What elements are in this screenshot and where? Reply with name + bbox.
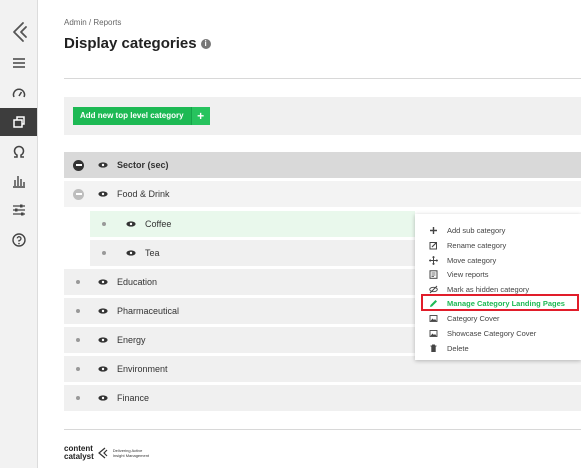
menu-label: Category Cover (447, 313, 500, 323)
bullet-icon (76, 396, 80, 400)
image-icon (429, 314, 438, 323)
bullet-icon (76, 280, 80, 284)
bullet-icon (102, 222, 106, 226)
eye-slash-icon (429, 285, 438, 294)
visibility-eye-icon[interactable] (126, 250, 136, 256)
page-title-wrap: Display categories i (64, 35, 211, 52)
collapse-icon[interactable] (73, 188, 84, 200)
menu-item-rename-category[interactable]: Rename category (429, 239, 506, 251)
collapse-icon[interactable] (73, 159, 84, 171)
add-top-level-category-button[interactable]: Add new top level category + (73, 107, 210, 125)
plus-icon: + (190, 107, 210, 125)
edit-square-icon (429, 241, 438, 250)
tree-row-root[interactable]: Sector (sec) (64, 152, 581, 178)
omega-icon[interactable] (0, 138, 37, 166)
breadcrumb[interactable]: Admin / Reports (64, 18, 121, 27)
footer-divider (64, 429, 581, 430)
tree-row-food[interactable]: Food & Drink (64, 181, 581, 207)
dashboard-gauge-icon[interactable] (0, 80, 37, 108)
divider (64, 78, 581, 79)
context-menu: Add sub category Rename category Move ca… (415, 214, 581, 360)
menu-label: Move category (447, 255, 497, 265)
category-label: Finance (117, 393, 150, 403)
bullet-icon (76, 367, 80, 371)
menu-label: Rename category (447, 240, 507, 250)
app-logo-icon[interactable] (9, 20, 29, 44)
category-label: Environment (117, 364, 168, 374)
visibility-eye-icon[interactable] (98, 337, 108, 343)
menu-icon[interactable] (0, 49, 37, 77)
sidebar (0, 0, 38, 468)
menu-label: Add sub category (447, 225, 506, 235)
visibility-eye-icon[interactable] (98, 162, 108, 168)
category-label: Pharmaceutical (117, 306, 180, 316)
category-label: Energy (117, 335, 146, 345)
category-label: Coffee (145, 219, 172, 229)
menu-label: Showcase Category Cover (447, 328, 537, 338)
sliders-icon[interactable] (0, 196, 37, 224)
content-catalyst-logo: content catalyst Delivering Active Insig… (64, 445, 149, 461)
category-label: Sector (sec) (117, 160, 169, 170)
menu-label: Mark as hidden category (447, 284, 530, 294)
menu-item-move-category[interactable]: Move category (429, 254, 496, 266)
report-icon (429, 269, 438, 279)
menu-item-category-cover[interactable]: Category Cover (429, 312, 500, 324)
menu-item-add-sub-category[interactable]: Add sub category (429, 224, 505, 236)
bullet-icon (76, 338, 80, 342)
tree-row-coffee[interactable]: Coffee (90, 211, 415, 237)
trash-icon (429, 344, 438, 353)
visibility-eye-icon[interactable] (98, 279, 108, 285)
menu-label: View reports (447, 269, 489, 279)
bullet-icon (102, 251, 106, 255)
menu-item-showcase-cover[interactable]: Showcase Category Cover (429, 327, 536, 339)
visibility-eye-icon[interactable] (98, 395, 108, 401)
info-icon[interactable]: i (200, 38, 211, 49)
page-title: Display categories (64, 35, 197, 52)
move-arrows-icon (429, 255, 438, 265)
toolbar: Add new top level category + (64, 97, 581, 135)
visibility-eye-icon[interactable] (98, 366, 108, 372)
visibility-eye-icon[interactable] (126, 221, 136, 227)
bullet-icon (76, 309, 80, 313)
menu-item-view-reports[interactable]: View reports (429, 268, 489, 280)
image-icon (429, 329, 438, 338)
visibility-eye-icon[interactable] (98, 308, 108, 314)
logo-text-line2: catalyst (64, 452, 94, 461)
categories-icon[interactable] (0, 108, 37, 136)
highlight-box (421, 294, 579, 311)
logo-mark-icon (97, 447, 108, 459)
plus-icon (429, 226, 438, 235)
add-category-label: Add new top level category (73, 107, 191, 125)
visibility-eye-icon[interactable] (98, 191, 108, 197)
category-label: Tea (145, 248, 160, 258)
category-label: Education (117, 277, 158, 287)
menu-label: Delete (447, 343, 469, 353)
tree-row-finance[interactable]: Finance (64, 385, 581, 411)
help-icon[interactable] (0, 226, 37, 254)
category-label: Food & Drink (117, 189, 170, 199)
bar-chart-icon[interactable] (0, 167, 37, 195)
menu-item-delete[interactable]: Delete (429, 342, 469, 354)
logo-tagline2: Insight Management (112, 453, 150, 458)
